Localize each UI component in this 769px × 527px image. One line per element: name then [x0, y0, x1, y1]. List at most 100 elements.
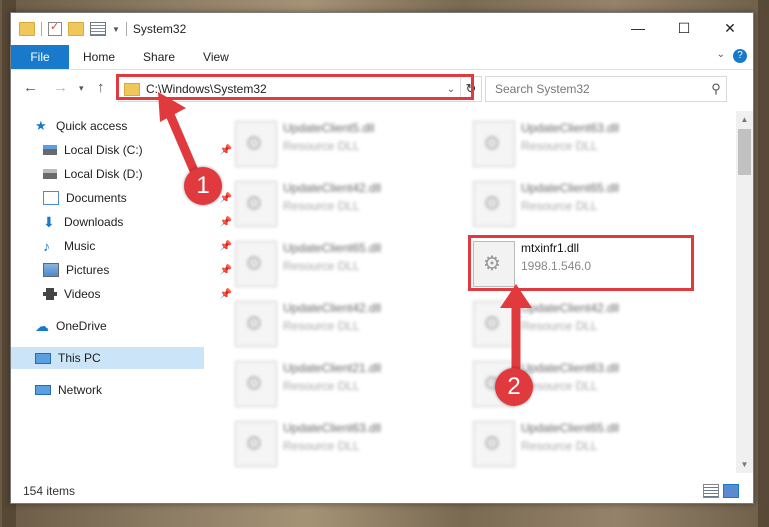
help-icon[interactable]: ? — [733, 49, 747, 63]
file-description: Resource DLL — [283, 199, 360, 213]
drive-icon — [43, 169, 57, 179]
item-count: 154 items — [23, 484, 76, 498]
star-icon: ★ — [35, 118, 47, 133]
toolbar-divider — [125, 22, 127, 36]
scroll-down-icon[interactable]: ▼ — [736, 456, 753, 473]
sidebar-item-label: Quick access — [56, 119, 128, 133]
scroll-thumb[interactable] — [738, 129, 751, 175]
up-button[interactable]: ↑ — [97, 79, 105, 96]
large-icons-view-icon[interactable] — [723, 484, 739, 498]
properties-check-icon[interactable] — [48, 20, 62, 36]
file-name: UpdateClient42.dll — [283, 181, 382, 195]
sidebar-item-music[interactable]: ♪ Music 📌 — [11, 235, 236, 257]
window-controls: — ☐ ✕ — [615, 13, 753, 43]
file-item[interactable]: UpdateClient5.dll Resource DLL — [235, 115, 465, 167]
sidebar-item-label: Local Disk (C:) — [64, 143, 143, 157]
file-list: UpdateClient5.dll Resource DLL UpdateCli… — [207, 111, 724, 473]
minimize-button[interactable]: — — [615, 13, 661, 43]
vertical-scrollbar[interactable]: ▲ ▼ — [736, 111, 753, 473]
properties-icon[interactable] — [90, 22, 106, 36]
refresh-button[interactable]: ↻ — [460, 78, 481, 100]
sidebar-item-pictures[interactable]: Pictures 📌 — [11, 259, 236, 281]
dll-file-icon — [235, 361, 277, 407]
sidebar-item-label: Videos — [64, 287, 101, 301]
dll-file-icon — [235, 421, 277, 467]
expand-ribbon-icon[interactable]: ⌄ — [717, 49, 725, 60]
dll-file-icon — [473, 421, 515, 467]
status-bar: 154 items — [11, 479, 753, 503]
file-name: UpdateClient65.dll — [521, 181, 620, 195]
sidebar-item-label: Downloads — [64, 215, 124, 229]
tab-share[interactable]: Share — [129, 45, 189, 69]
search-input[interactable] — [493, 81, 706, 97]
title-bar: ▼ System32 — ☐ ✕ — [11, 13, 753, 45]
folder-icon — [124, 82, 140, 96]
address-dropdown-icon[interactable]: ⌄ — [442, 84, 460, 95]
dll-file-icon — [235, 121, 277, 167]
documents-icon — [43, 191, 59, 205]
dll-file-icon — [473, 181, 515, 227]
step-badge-2: 2 — [495, 368, 533, 406]
explorer-window: ▼ System32 — ☐ ✕ File Home Share View ⌄ … — [10, 12, 754, 504]
videos-icon — [43, 288, 57, 300]
sidebar-item-videos[interactable]: Videos 📌 — [11, 283, 236, 305]
sidebar-item-label: Documents — [66, 191, 127, 205]
drive-icon — [43, 145, 57, 155]
tab-home[interactable]: Home — [69, 45, 129, 69]
file-description: Resource DLL — [521, 439, 598, 453]
file-item[interactable]: UpdateClient63.dll Resource DLL — [235, 415, 465, 467]
file-name: UpdateClient65.dll — [521, 421, 620, 435]
tab-file[interactable]: File — [11, 45, 69, 69]
sidebar-item-label: Music — [64, 239, 96, 253]
scroll-up-icon[interactable]: ▲ — [736, 111, 753, 128]
dll-file-icon — [235, 241, 277, 287]
sidebar-item-this-pc[interactable]: This PC — [11, 347, 204, 369]
maximize-button[interactable]: ☐ — [661, 13, 707, 43]
navigation-bar: ← → ▾ ↑ C:\Windows\System32 ⌄ ↻ ⚲ — [11, 73, 753, 103]
ribbon-tabs: File Home Share View ⌄ ? — [11, 45, 753, 70]
file-item[interactable]: UpdateClient65.dll Resource DLL — [473, 175, 703, 227]
file-description: Resource DLL — [283, 439, 360, 453]
dll-file-icon — [235, 181, 277, 227]
music-icon: ♪ — [43, 238, 50, 254]
file-description: Resource DLL — [283, 139, 360, 153]
file-item[interactable]: UpdateClient65.dll Resource DLL — [235, 235, 465, 287]
recent-locations-icon[interactable]: ▾ — [79, 83, 84, 94]
sidebar-item-downloads[interactable]: ⬇ Downloads 📌 — [11, 211, 236, 233]
file-description: Resource DLL — [283, 259, 360, 273]
customize-dropdown-icon[interactable]: ▼ — [112, 25, 120, 34]
file-item[interactable]: UpdateClient63.dll Resource DLL — [473, 115, 703, 167]
search-box[interactable]: ⚲ — [485, 76, 727, 102]
sidebar-item-label: Network — [58, 383, 103, 397]
file-description: Resource DLL — [521, 139, 598, 153]
computer-icon — [35, 352, 51, 364]
file-item[interactable]: UpdateClient65.dll Resource DLL — [473, 415, 703, 467]
window-title: System32 — [132, 22, 187, 36]
toolbar-divider — [41, 22, 42, 36]
close-button[interactable]: ✕ — [707, 13, 753, 43]
file-name: UpdateClient63.dll — [521, 121, 620, 135]
download-icon: ⬇ — [43, 214, 55, 230]
sidebar-item-onedrive[interactable]: ☁ OneDrive — [11, 315, 228, 337]
details-view-icon[interactable] — [703, 484, 719, 498]
file-item[interactable]: UpdateClient21.dll Resource DLL — [235, 355, 465, 407]
file-item[interactable]: UpdateClient42.dll Resource DLL — [235, 175, 465, 227]
callout-arrow-2 — [500, 284, 532, 381]
folder-icon — [19, 22, 35, 36]
file-description: Resource DLL — [283, 319, 360, 333]
search-icon[interactable]: ⚲ — [706, 81, 726, 97]
sidebar-item-label: This PC — [58, 351, 101, 365]
file-name: UpdateClient21.dll — [283, 361, 382, 375]
file-name: UpdateClient65.dll — [283, 241, 382, 255]
file-item[interactable]: UpdateClient42.dll Resource DLL — [235, 295, 465, 347]
forward-button[interactable]: → — [53, 79, 68, 96]
sidebar-item-network[interactable]: Network — [11, 379, 228, 401]
new-folder-icon[interactable] — [68, 22, 84, 36]
dll-file-icon — [473, 121, 515, 167]
file-description: Resource DLL — [283, 379, 360, 393]
file-name: UpdateClient5.dll — [283, 121, 375, 135]
tab-view[interactable]: View — [189, 45, 243, 69]
back-button[interactable]: ← — [23, 79, 38, 96]
quick-access-toolbar: ▼ — [11, 20, 127, 36]
file-name: UpdateClient42.dll — [283, 301, 382, 315]
